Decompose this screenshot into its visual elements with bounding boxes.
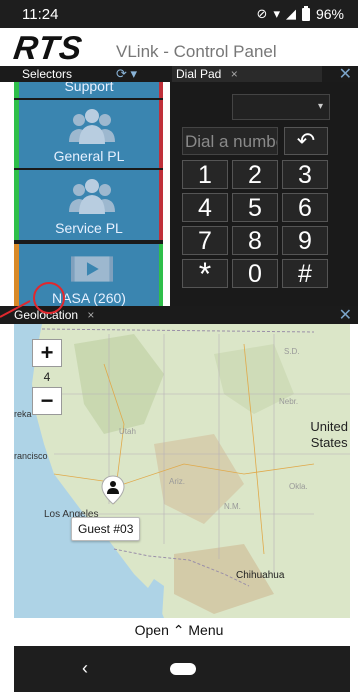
- map-label-united-states: United States: [310, 419, 348, 451]
- alarm-off-icon: ⊘: [256, 6, 268, 21]
- battery-icon: [301, 5, 310, 21]
- clock: 11:24: [22, 6, 59, 23]
- map-label-eureka: reka: [14, 409, 32, 419]
- annotation-circle: [33, 282, 65, 314]
- status-icons: ⊘ ▾ ◢ 96%: [256, 5, 344, 22]
- back-icon[interactable]: ‹: [82, 658, 88, 679]
- app-header: RTS VLink - Control Panel: [0, 28, 358, 66]
- tab-dial-pad-label: Dial Pad: [176, 67, 222, 81]
- svg-text:S.D.: S.D.: [284, 347, 300, 356]
- dropdown-arrow-icon: ▾: [317, 101, 323, 112]
- tab-selectors[interactable]: Selectors: [22, 67, 72, 81]
- map[interactable]: S.D. Nebr. Okla. N.M. Ariz. Utah + 4 − r…: [14, 324, 350, 618]
- group-icon: [69, 109, 115, 144]
- signal-icon: ◢: [285, 6, 296, 21]
- svg-text:N.M.: N.M.: [224, 502, 241, 511]
- rts-logo: RTS: [11, 29, 86, 66]
- android-nav-bar: ‹: [14, 646, 350, 692]
- zoom-control: + 4 −: [32, 339, 62, 415]
- svg-text:Nebr.: Nebr.: [279, 397, 298, 406]
- close-icon[interactable]: ×: [231, 67, 238, 81]
- marker-label[interactable]: Guest #03: [71, 517, 141, 541]
- svg-text:Okla.: Okla.: [289, 482, 308, 491]
- key-9[interactable]: 9: [282, 226, 328, 255]
- selector-label: Service PL: [55, 220, 123, 236]
- status-bar: 11:24 ⊘ ▾ ◢ 96%: [0, 0, 358, 28]
- close-panel-icon[interactable]: ✕: [339, 64, 352, 84]
- svg-text:Utah: Utah: [119, 427, 136, 436]
- refresh-icon[interactable]: ⟳ ▾: [116, 66, 137, 82]
- dial-pad-panel: ▾ Dial a number ↶ 1 2 3 4 5 6 7 8 9 * 0 …: [170, 82, 358, 306]
- home-icon[interactable]: [170, 663, 196, 675]
- keypad: 1 2 3 4 5 6 7 8 9 * 0 #: [182, 160, 332, 290]
- selector-general-pl[interactable]: General PL: [14, 100, 163, 168]
- selector-label: Support: [64, 82, 114, 94]
- zoom-in-button[interactable]: +: [32, 339, 62, 367]
- key-8[interactable]: 8: [232, 226, 278, 255]
- line-select[interactable]: ▾: [232, 94, 330, 120]
- zoom-level: 4: [43, 370, 51, 384]
- selectors-panel: Support General PL Service PL NASA (260): [14, 82, 163, 306]
- location-pin-icon[interactable]: [101, 475, 125, 505]
- key-4[interactable]: 4: [182, 193, 228, 222]
- group-icon: [69, 179, 115, 214]
- tab-dial-pad[interactable]: Dial Pad ×: [172, 66, 322, 82]
- dial-input[interactable]: Dial a number: [182, 127, 278, 155]
- key-5[interactable]: 5: [232, 193, 278, 222]
- map-label-chihuahua: Chihuahua: [236, 570, 285, 581]
- selector-support[interactable]: Support: [14, 82, 163, 98]
- key-star[interactable]: *: [182, 258, 228, 290]
- key-7[interactable]: 7: [182, 226, 228, 255]
- key-2[interactable]: 2: [232, 160, 278, 189]
- selector-label: General PL: [53, 148, 125, 164]
- zoom-out-button[interactable]: −: [32, 387, 62, 415]
- backspace-icon[interactable]: ↶: [284, 127, 328, 155]
- selector-service-pl[interactable]: Service PL: [14, 170, 163, 240]
- map-tiles: S.D. Nebr. Okla. N.M. Ariz. Utah: [14, 324, 350, 618]
- svg-text:Ariz.: Ariz.: [169, 477, 185, 486]
- battery-level: 96%: [315, 6, 344, 22]
- key-1[interactable]: 1: [182, 160, 228, 189]
- map-label-united-states-text: United States: [310, 419, 348, 450]
- key-0[interactable]: 0: [232, 259, 278, 288]
- open-menu-button[interactable]: Open ⌃ Menu: [0, 622, 358, 644]
- close-icon[interactable]: ×: [87, 308, 94, 322]
- app-title: VLink - Control Panel: [116, 42, 277, 61]
- panel-tab-bar: Selectors ⟳ ▾ Dial Pad × ✕: [0, 64, 358, 84]
- wifi-icon: ▾: [273, 6, 280, 21]
- key-6[interactable]: 6: [282, 193, 328, 222]
- close-panel-icon[interactable]: ✕: [339, 305, 352, 325]
- key-3[interactable]: 3: [282, 160, 328, 189]
- video-icon: [71, 256, 113, 282]
- map-label-san-francisco: rancisco: [14, 451, 48, 461]
- key-hash[interactable]: #: [282, 259, 328, 288]
